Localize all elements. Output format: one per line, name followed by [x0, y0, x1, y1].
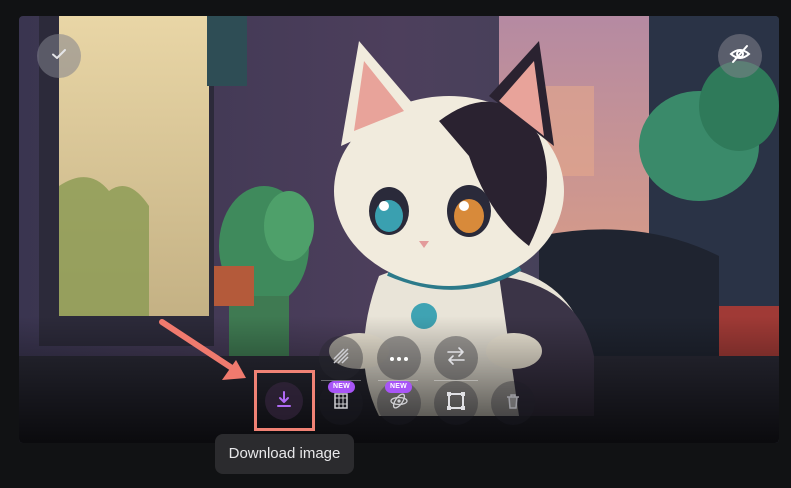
select-checkbox-button[interactable]	[37, 34, 81, 78]
trash-icon	[505, 393, 521, 414]
crop-icon	[445, 390, 467, 417]
upscale-button[interactable]	[319, 336, 363, 380]
more-icon	[389, 349, 409, 367]
new-badge: NEW	[328, 381, 355, 393]
crop-button[interactable]	[434, 381, 478, 425]
swap-button[interactable]	[434, 336, 478, 380]
check-icon	[50, 45, 68, 68]
3d-object-icon	[389, 391, 409, 416]
eye-off-icon	[729, 43, 751, 70]
delete-button[interactable]	[491, 381, 535, 425]
more-options-button[interactable]	[377, 336, 421, 380]
new-badge: NEW	[385, 381, 412, 393]
hide-image-button[interactable]	[718, 34, 762, 78]
download-tooltip: Download image	[215, 434, 354, 474]
upscale-icon	[331, 346, 351, 371]
download-image-button[interactable]	[265, 382, 303, 420]
video-icon	[332, 392, 350, 415]
annotation-arrow	[159, 319, 246, 380]
download-icon	[275, 390, 293, 413]
swap-icon	[445, 345, 467, 372]
